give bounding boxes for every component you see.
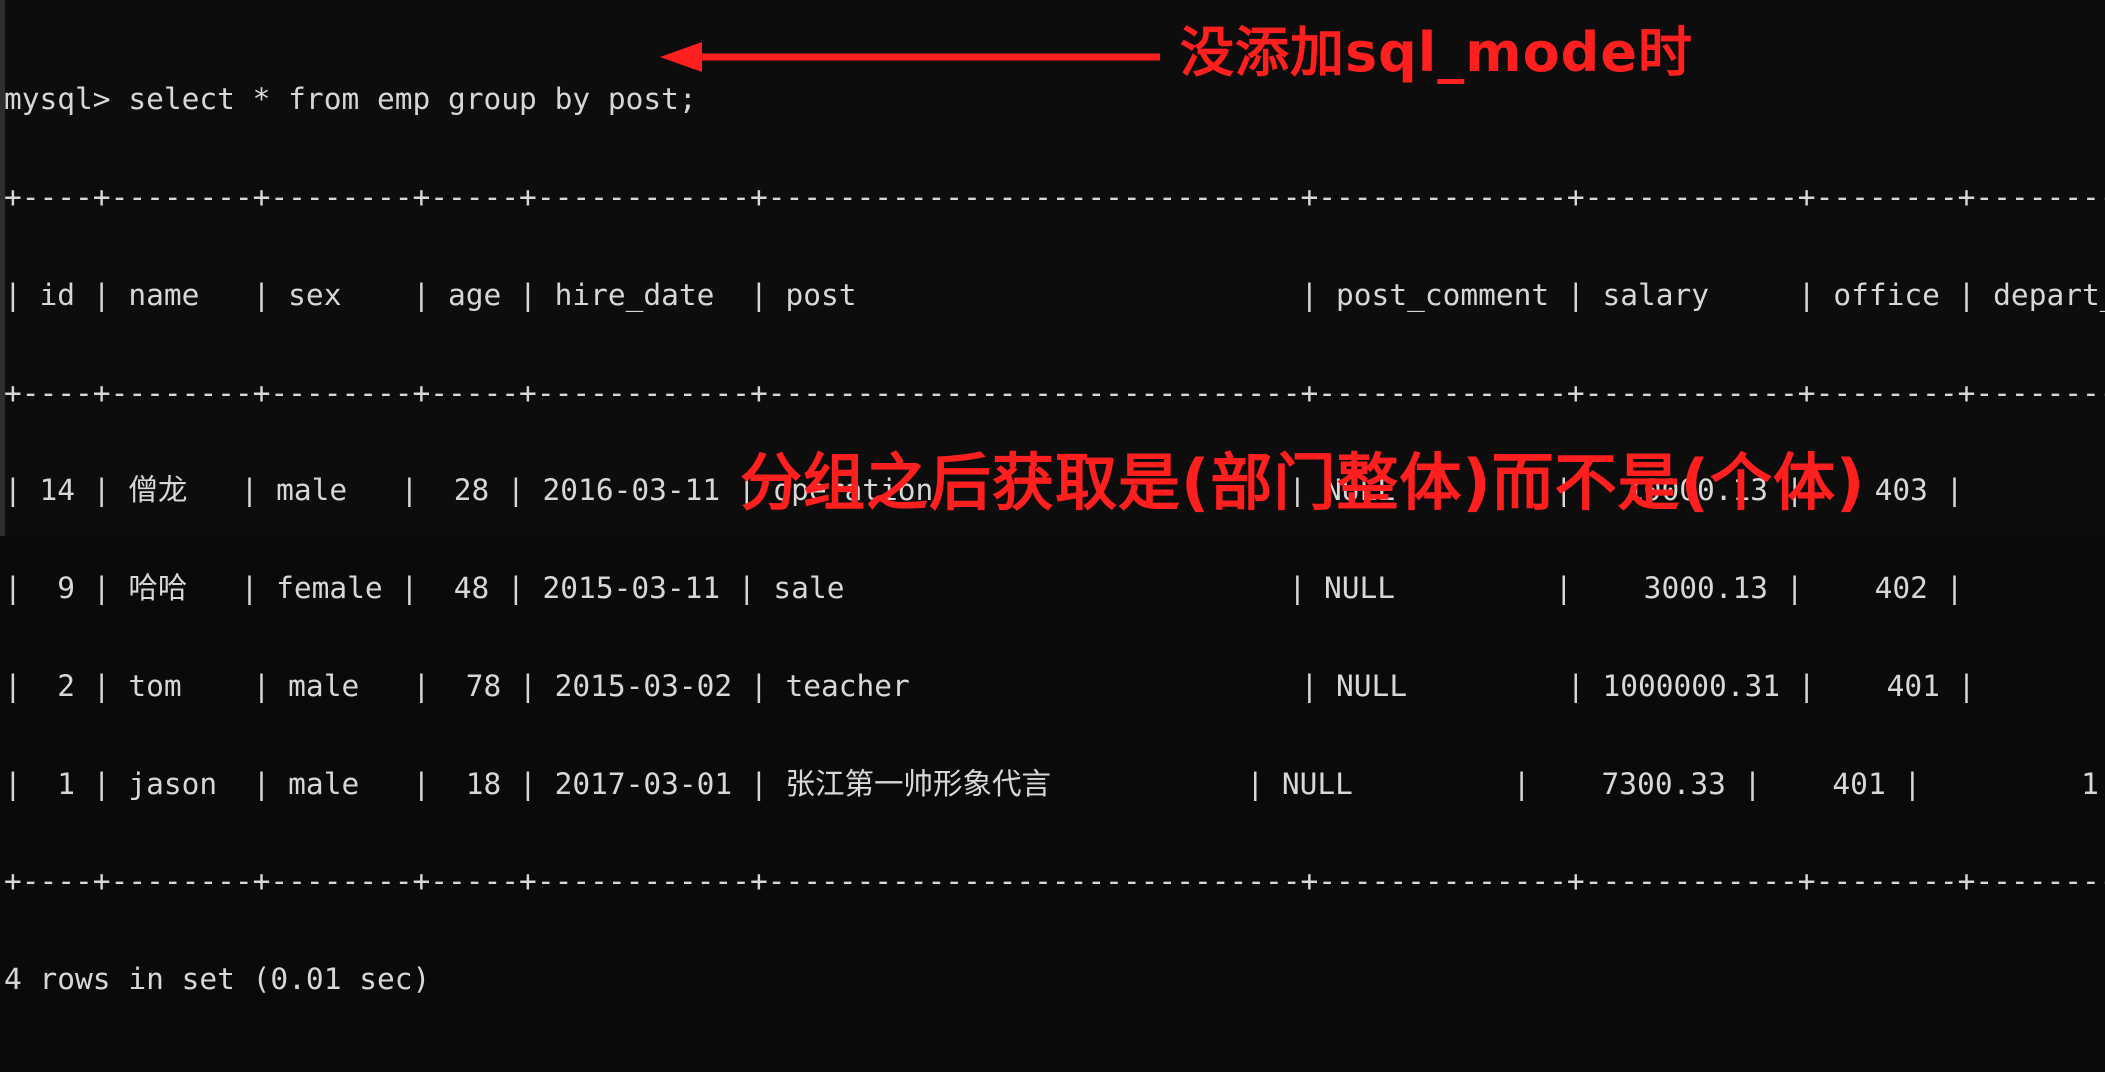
annotation-top-note: 没添加sql_mode时	[1180, 21, 1693, 84]
table-row: | 2 | tom | male | 78 | 2015-03-02 | tea…	[4, 668, 2105, 703]
table-separator-bottom: +----+--------+--------+-----+----------…	[4, 864, 2105, 899]
terminal-console-output[interactable]: mysql> select * from emp group by post; …	[4, 18, 2105, 1072]
table-separator-header: +----+--------+--------+-----+----------…	[4, 375, 2105, 410]
result-status-line: 4 rows in set (0.01 sec)	[4, 962, 431, 997]
table-separator-top: +----+--------+--------+-----+----------…	[4, 179, 2105, 214]
table-row: | 9 | 哈哈 | female | 48 | 2015-03-11 | sa…	[4, 571, 2105, 606]
terminal-prompt-line: mysql> select * from emp group by post;	[4, 82, 697, 117]
terminal-window: mysql> select * from emp group by post; …	[0, 0, 2105, 995]
annotation-bottom-note: 分组之后获取是(部门整体)而不是(个体)	[740, 446, 1866, 519]
table-row: | 1 | jason | male | 18 | 2017-03-01 | 张…	[4, 766, 2105, 801]
table-header-row: | id | name | sex | age | hire_date | po…	[4, 277, 2105, 312]
left-arrow-icon	[660, 42, 1160, 72]
